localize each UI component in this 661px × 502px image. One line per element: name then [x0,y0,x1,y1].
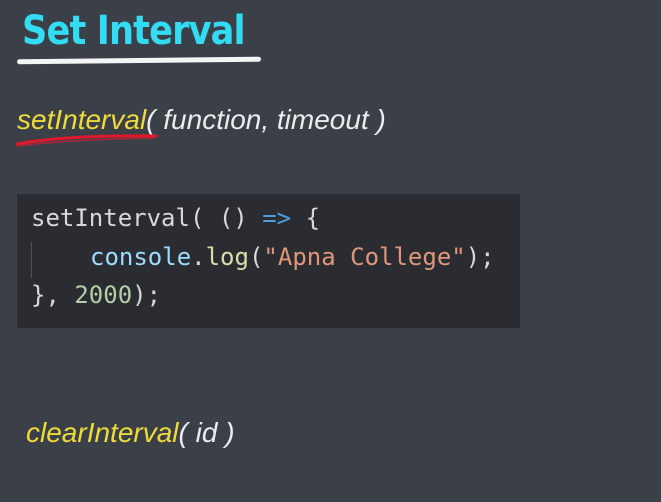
clear-interval-signature: clearInterval( id ) [26,417,235,449]
code-log-open: ( [248,243,264,271]
code-line-1: setInterval( () => { [31,204,320,232]
code-open-brace: { [291,204,321,232]
code-console: console [90,243,192,271]
code-delay: 2000 [74,281,133,309]
code-open-paren: ( [189,204,219,232]
slide-title: Set Interval [22,8,246,54]
code-line-3: }, 2000); [31,281,161,309]
code-log: log [205,243,249,271]
indent-guide [31,242,32,278]
code-log-close: ); [465,243,495,271]
code-line-2: console.log("Apna College"); [90,243,495,271]
code-arrow: => [247,204,292,232]
code-empty-params: () [218,204,248,232]
title-underline [16,56,262,65]
code-end: ); [132,281,162,309]
set-interval-params: ( function, timeout ) [146,104,386,135]
set-interval-signature: setInterval( function, timeout ) [17,104,386,136]
clear-interval-params: ( id ) [178,417,235,448]
code-dot: . [191,243,206,271]
code-string: "Apna College" [263,243,466,271]
red-underline-annotation [15,134,158,147]
clear-interval-fn-name: clearInterval [26,417,179,448]
code-close-brace: }, [31,281,75,309]
set-interval-fn-name: setInterval [17,104,147,135]
code-example-block: setInterval( () => { console.log("Apna C… [17,194,520,328]
code-fn-setinterval: setInterval [31,204,190,232]
